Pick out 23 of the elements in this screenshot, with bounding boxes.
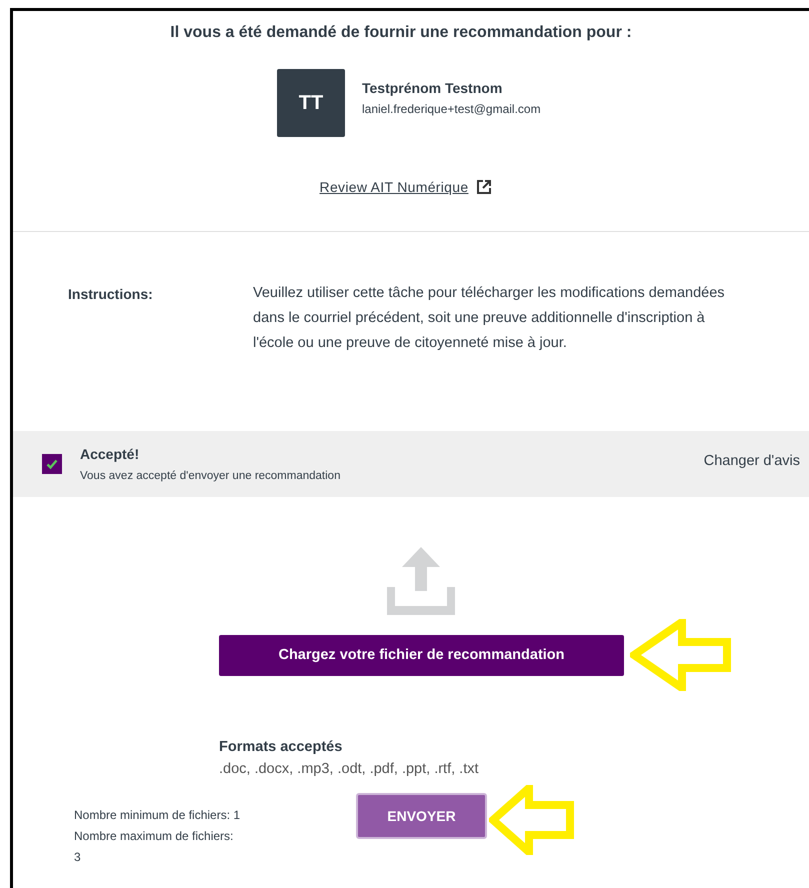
checkbox[interactable]: [42, 454, 62, 474]
instructions-label: Instructions:: [68, 286, 154, 304]
external-link-icon: [476, 179, 492, 195]
arrow-icon: [489, 785, 575, 855]
file-limit-text: Nombre maximum de fichiers:: [74, 828, 234, 845]
send-button[interactable]: ENVOYER: [356, 793, 487, 839]
arrow-icon: [630, 619, 732, 691]
instructions-text: Veuillez utiliser cette tâche pour télécharger les modifications demandées dans le courriel précédent, soit une preuve additionnelle d'inscription à l'école ou une preuve de citoyenneté mise à jour.: [253, 284, 726, 353]
page-heading: Il vous a été demandé de fournir une recommandation pour :: [169, 23, 633, 42]
file-limit-text: 3: [74, 849, 82, 866]
upload-icon: [387, 547, 455, 615]
formats-list: .doc, .docx, .mp3, .odt, .pdf, .ppt, .rtf, .txt: [219, 761, 809, 777]
person-email: laniel.frederique+test@gmail.com: [362, 102, 541, 116]
file-limit-text: Nombre minimum de fichiers: 1: [74, 807, 242, 824]
review-link[interactable]: Review AIT Numérique: [320, 179, 468, 195]
acceptance-title: Accepté!: [80, 446, 140, 462]
avatar: TT: [277, 69, 345, 137]
person-name: Testprénom Testnom: [362, 80, 504, 96]
change-mind-link[interactable]: Changer d'avis: [704, 453, 800, 469]
acceptance-subtitle: Vous avez accepté d'envoyer une recommandation: [80, 470, 342, 482]
formats-title: Formats acceptés: [219, 739, 344, 755]
check-icon: [46, 458, 58, 470]
upload-file-button[interactable]: Chargez votre fichier de recommandation: [219, 634, 624, 676]
